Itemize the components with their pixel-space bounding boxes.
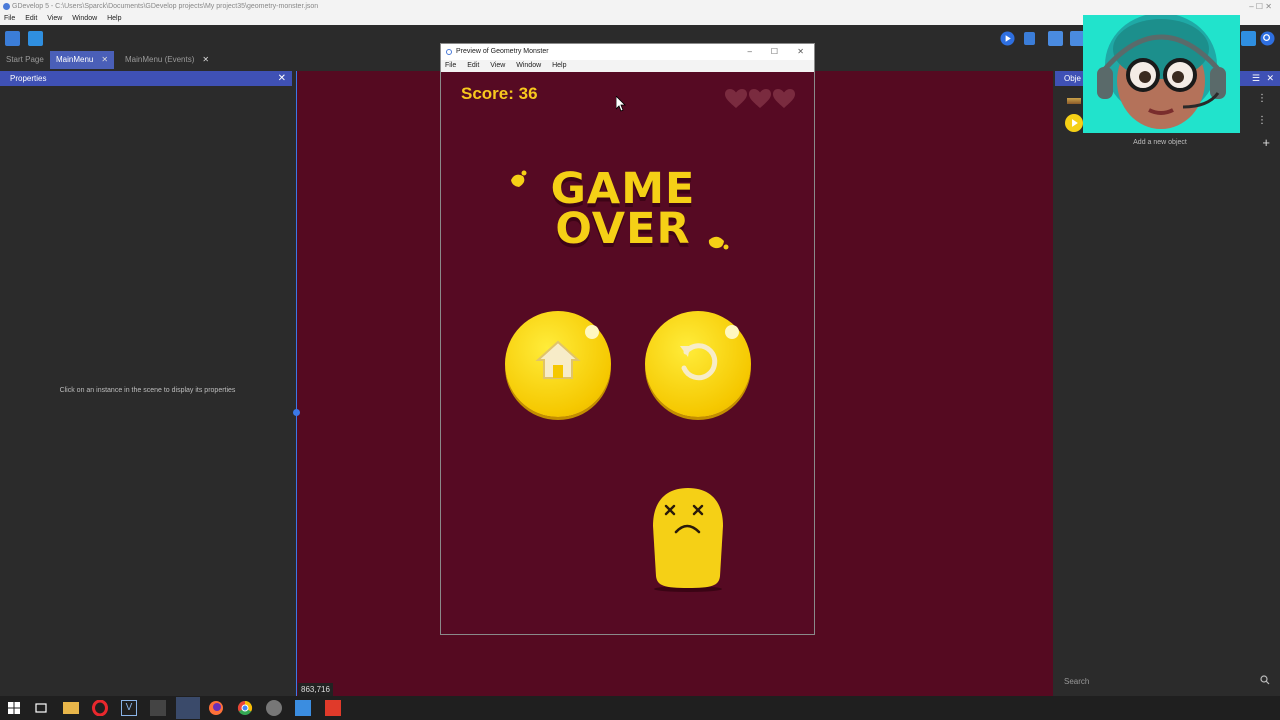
preview-menu-view[interactable]: View <box>490 62 505 69</box>
grid-icon[interactable] <box>1241 31 1256 46</box>
lives-hearts <box>725 89 795 108</box>
restart-icon <box>680 343 718 381</box>
file-explorer-icon[interactable] <box>63 702 79 714</box>
recorder-app-icon[interactable] <box>325 700 341 716</box>
gdevelop-folder-icon[interactable] <box>295 700 311 716</box>
tab-mainmenu[interactable]: MainMenu ✕ <box>50 51 115 69</box>
more-options-icon[interactable]: ⋮ <box>1257 93 1267 104</box>
preview-title-bar: Preview of Geometry Monster – ☐ ✕ <box>441 44 814 60</box>
gdevelop-logo-icon <box>3 3 10 10</box>
object-thumbnail <box>1067 98 1081 104</box>
sad-monster <box>653 488 723 592</box>
os-taskbar: V <box>0 696 1280 720</box>
play-button-thumbnail <box>1065 114 1083 132</box>
menu-help[interactable]: Help <box>107 15 121 22</box>
button-shine <box>585 325 599 339</box>
object-search-input[interactable]: Search <box>1064 677 1089 686</box>
menu-edit[interactable]: Edit <box>25 15 37 22</box>
filter-icon[interactable]: ☰ <box>1252 71 1260 86</box>
tab-mainmenu-events[interactable]: MainMenu (Events) ✕ <box>119 51 215 69</box>
preview-menu-help[interactable]: Help <box>552 62 566 69</box>
close-tab-icon[interactable]: ✕ <box>101 55 108 64</box>
zoom-icon[interactable] <box>1260 31 1275 46</box>
task-view-icon[interactable] <box>33 700 49 716</box>
preview-menu-edit[interactable]: Edit <box>467 62 479 69</box>
windows-start-icon[interactable] <box>6 700 22 716</box>
build-icon[interactable] <box>28 31 43 46</box>
mouse-cursor-icon <box>616 96 626 112</box>
game-app-icon[interactable] <box>266 700 282 716</box>
window-controls[interactable]: – ☐ ✕ <box>1249 0 1272 13</box>
gdevelop-taskbar-icon[interactable] <box>176 697 200 719</box>
firefox-icon[interactable] <box>208 700 224 716</box>
restart-button[interactable] <box>645 311 751 417</box>
vegas-app-icon[interactable]: V <box>121 700 137 716</box>
game-over-line-2: OVER <box>555 204 691 254</box>
epic-games-icon[interactable] <box>150 700 166 716</box>
splash-decoration <box>511 170 527 187</box>
objects-title: Obje <box>1064 74 1081 83</box>
preview-menu-window[interactable]: Window <box>516 62 541 69</box>
menu-file[interactable]: File <box>4 15 15 22</box>
heart-icon <box>725 89 795 108</box>
search-icon[interactable] <box>1260 675 1270 685</box>
streamer-avatar <box>1083 15 1240 133</box>
properties-title: Properties <box>10 74 47 83</box>
minimize-icon[interactable]: – <box>748 44 752 60</box>
properties-panel: Click on an instance in the scene to dis… <box>0 86 295 696</box>
app-title-bar: GDevelop 5 - C:\Users\Sparck\Documents\G… <box>0 0 1280 13</box>
cursor-coordinates: 863,716 <box>298 683 333 696</box>
more-options-icon[interactable]: ⋮ <box>1257 115 1267 126</box>
close-icon[interactable]: ✕ <box>797 44 804 60</box>
opera-browser-icon[interactable] <box>92 700 108 716</box>
preview-menu-file[interactable]: File <box>445 62 456 69</box>
close-tab-icon[interactable]: ✕ <box>202 55 209 64</box>
debug-icon[interactable] <box>1024 32 1035 45</box>
button-shine <box>725 325 739 339</box>
chrome-icon[interactable] <box>237 700 253 716</box>
add-new-object[interactable]: Add a new object <box>1055 139 1265 146</box>
home-icon <box>535 340 581 379</box>
preview-title: Preview of Geometry Monster <box>456 48 549 55</box>
layers-icon[interactable] <box>1048 31 1063 46</box>
score-label: Score: 36 <box>461 84 538 103</box>
properties-hint: Click on an instance in the scene to dis… <box>59 387 236 394</box>
menu-window[interactable]: Window <box>72 15 97 22</box>
app-title: GDevelop 5 - C:\Users\Sparck\Documents\G… <box>12 3 319 10</box>
game-over-line-1: GAME <box>550 164 696 214</box>
preview-play-icon[interactable] <box>1000 31 1015 46</box>
home-button[interactable] <box>505 311 611 417</box>
game-preview-window: Preview of Geometry Monster – ☐ ✕ File E… <box>440 43 815 635</box>
maximize-icon[interactable]: ☐ <box>771 44 778 60</box>
close-icon[interactable]: ✕ <box>1266 71 1274 86</box>
game-canvas[interactable]: Score: 36 GAME OVER <box>441 72 814 634</box>
menu-view[interactable]: View <box>47 15 62 22</box>
properties-panel-header: Properties ✕ <box>0 71 292 86</box>
tab-start-page[interactable]: Start Page <box>0 51 50 69</box>
game-over-title: GAME OVER <box>533 164 713 254</box>
project-manager-icon[interactable] <box>5 31 20 46</box>
objects-panel: Obje ☰ ✕ ⋮ ⋮ Add a new object + Search <box>1055 71 1280 696</box>
gdevelop-logo-icon <box>446 49 452 55</box>
close-icon[interactable]: ✕ <box>278 71 286 86</box>
add-icon[interactable]: + <box>1262 135 1270 150</box>
preview-menu-bar: File Edit View Window Help <box>441 60 814 72</box>
resize-handle[interactable] <box>293 409 300 416</box>
